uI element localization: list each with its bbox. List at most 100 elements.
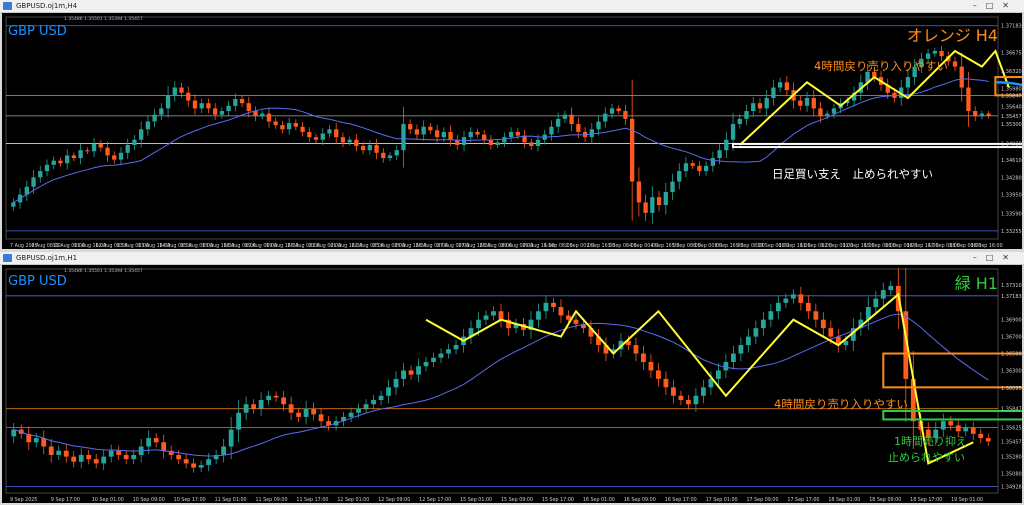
price-axis-label: 1.35457 — [1001, 114, 1022, 120]
h1-chart-window: GBPUSD.oj1m,H1 –□✕ 1.35486 1.35501 1.353… — [0, 252, 1024, 505]
candle-body — [401, 370, 406, 379]
h1-candlestick-chart: 1.35486 1.35501 1.35394 1.35457 GBP USD … — [5, 268, 1022, 503]
time-axis-label: 16 Sep 09:00 — [624, 497, 656, 503]
candle-body — [690, 163, 695, 166]
price-axis-label: 1.34280 — [1001, 175, 1022, 181]
candle-body — [576, 124, 581, 132]
candle-body — [985, 438, 991, 442]
candle-body — [71, 155, 77, 159]
candle-body — [948, 421, 954, 426]
candle-body — [683, 163, 689, 172]
candle-body — [753, 328, 759, 337]
time-axis-label: 11 Sep 17:00 — [296, 497, 328, 503]
candle-body — [258, 400, 264, 409]
candle-body — [401, 124, 406, 151]
window-controls[interactable]: –□✕ — [973, 0, 1018, 12]
candle-body — [313, 137, 319, 140]
candle-body — [476, 319, 481, 329]
candle-body — [609, 108, 615, 114]
candle-body — [378, 395, 384, 401]
h1-support-annotation-line2: 止められやすい — [888, 451, 965, 464]
candle-body — [744, 111, 749, 119]
candle-body — [393, 378, 399, 388]
price-axis-label: 1.35300 — [1001, 122, 1022, 128]
candle-body — [775, 302, 781, 312]
price-axis-label: 1.35625 — [1001, 425, 1022, 431]
candle-body — [811, 97, 816, 109]
candle-body — [757, 103, 763, 109]
candle-body — [825, 113, 830, 117]
time-axis-label: 18 Sep 17:00 — [910, 497, 942, 503]
candle-body — [925, 53, 931, 59]
candle-body — [212, 108, 218, 115]
price-axis-label: 1.36900 — [1001, 318, 1022, 324]
candle-body — [939, 50, 944, 57]
candle-body — [656, 370, 661, 379]
price-axis-label: 1.33950 — [1001, 193, 1022, 199]
h1-support-annotation-line1: 1時間売り抑え — [894, 434, 967, 448]
candle-body — [717, 150, 722, 159]
price-axis-label: 1.36300 — [1001, 368, 1022, 374]
time-axis-label: 12 Sep 09:00 — [378, 497, 410, 503]
candle-body — [446, 349, 451, 354]
window-controls[interactable]: –□✕ — [973, 252, 1018, 264]
candle-body — [307, 131, 312, 138]
candle-body — [286, 123, 292, 130]
h4-chart-area[interactable]: 1.35486 1.35501 1.35394 1.35457 GBP USD … — [2, 13, 1022, 249]
candle-body — [955, 425, 961, 432]
h1-chart-area[interactable]: 1.35486 1.35501 1.35394 1.35457 GBP USD … — [2, 265, 1022, 503]
candle-body — [31, 177, 36, 187]
candle-body — [58, 160, 63, 164]
candle-body — [146, 438, 152, 447]
candle-body — [783, 298, 789, 303]
candle-body — [959, 66, 964, 88]
time-axis-label: 12 Sep 01:00 — [337, 497, 369, 503]
candle-body — [491, 311, 496, 316]
candle-body — [434, 130, 440, 138]
candle-body — [703, 165, 709, 172]
candle-body — [482, 134, 487, 140]
h1-window-title: GBPUSD.oj1m,H1 — [16, 254, 78, 262]
candle-body — [475, 131, 480, 135]
candle-body — [176, 454, 182, 460]
candle-body — [243, 404, 249, 413]
candle-body — [813, 311, 819, 320]
candle-body — [206, 103, 211, 109]
candle-body — [416, 366, 421, 375]
time-axis-label: 15 Sep 01:00 — [460, 497, 492, 503]
time-axis-label: 10 Sep 01:00 — [92, 497, 124, 503]
candle-body — [656, 197, 662, 206]
candle-body — [356, 408, 361, 413]
candle-body — [630, 118, 635, 182]
candle-body — [963, 427, 969, 432]
candle-body — [78, 454, 84, 462]
price-axis-label: 1.35280 — [1001, 455, 1022, 461]
price-axis-label: 1.36500 — [1001, 352, 1022, 358]
candle-body — [41, 438, 47, 447]
time-axis-label: 18 Sep 16:00 — [971, 243, 1003, 249]
candle-body — [192, 100, 198, 109]
candle-body — [11, 429, 17, 437]
candle-body — [51, 160, 56, 165]
candle-body — [239, 99, 245, 104]
candle-body — [428, 126, 433, 131]
time-axis-label: 15 Sep 17:00 — [542, 497, 574, 503]
candle-body — [979, 113, 985, 117]
candle-body — [348, 412, 354, 417]
candle-body — [498, 311, 504, 320]
candle-body — [650, 197, 655, 213]
candle-body — [448, 131, 453, 140]
candle-body — [131, 454, 137, 460]
candle-body — [784, 82, 790, 91]
candle-body — [623, 111, 628, 119]
candle-body — [966, 87, 971, 112]
candle-body — [221, 446, 227, 455]
candle-body — [888, 285, 894, 291]
candle-body — [663, 191, 668, 206]
candle-body — [183, 459, 189, 464]
price-axis-label: 1.37310 — [1001, 283, 1022, 289]
price-axis-label: 1.35847 — [1001, 94, 1022, 100]
candle-body — [543, 302, 549, 312]
price-axis-label: 1.34928 — [1001, 484, 1022, 490]
candle-body — [508, 131, 514, 138]
